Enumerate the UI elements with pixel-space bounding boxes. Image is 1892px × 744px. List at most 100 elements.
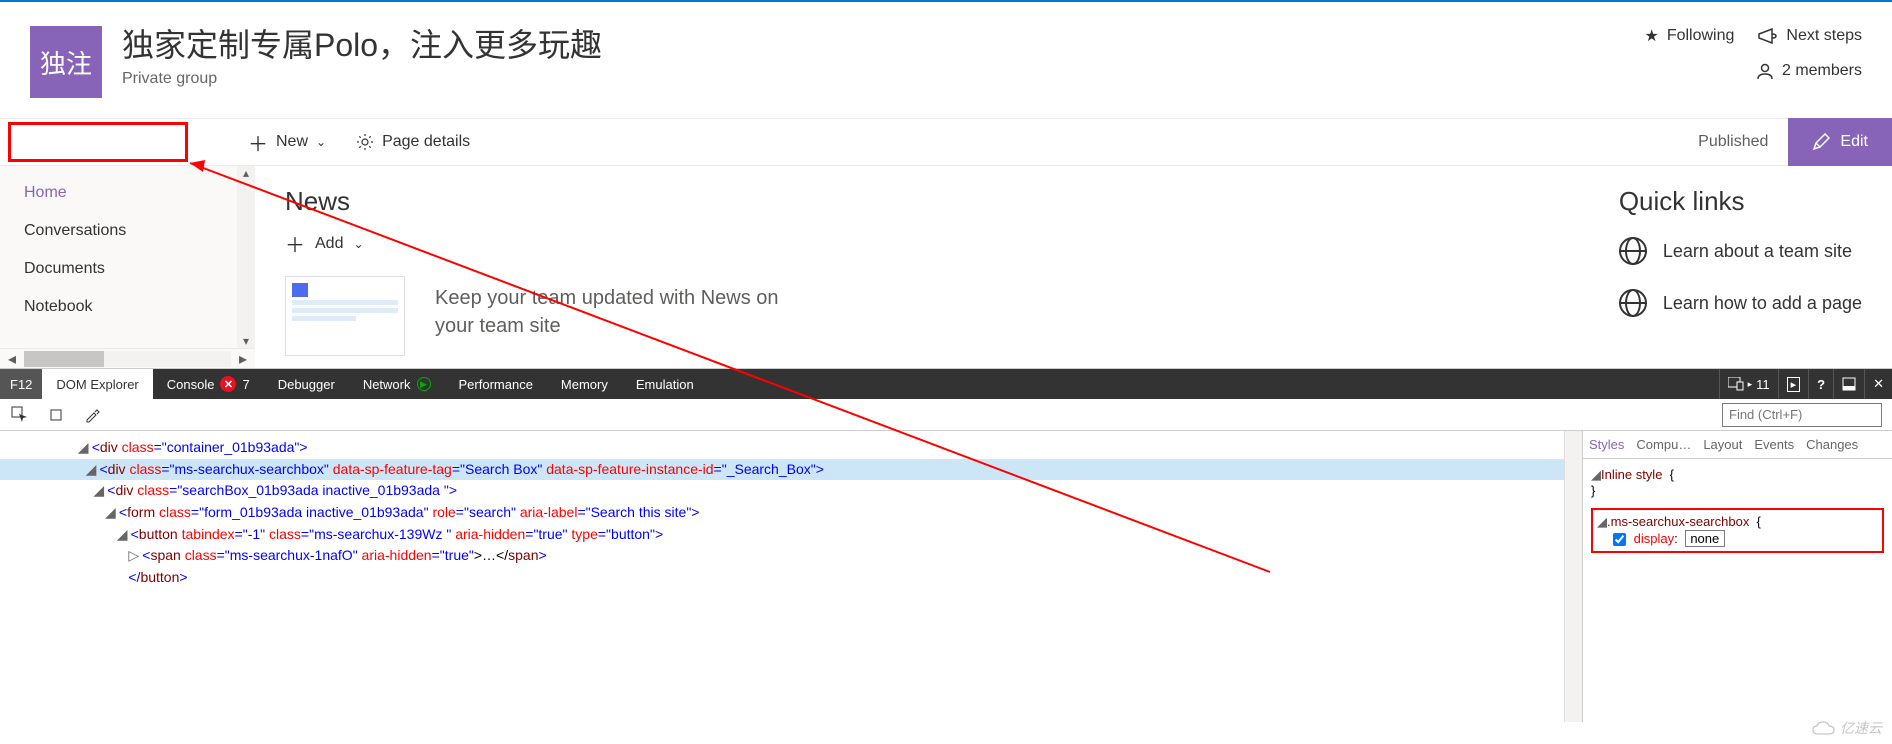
- content-area: Home Conversations Documents Notebook ▴ …: [0, 166, 1892, 368]
- collapse-icon[interactable]: ◢: [1591, 467, 1601, 483]
- site-header-right: ★ Following Next steps 2 members: [1644, 26, 1862, 80]
- news-body: Keep your team updated with News on your…: [285, 276, 1559, 356]
- quicklinks-heading: Quick links: [1619, 186, 1862, 217]
- scroll-thumb[interactable]: [24, 351, 104, 367]
- nav-item-conversations[interactable]: Conversations: [0, 212, 237, 250]
- sidebar-items: Home Conversations Documents Notebook: [0, 166, 237, 348]
- scroll-track[interactable]: [24, 351, 231, 367]
- chevron-down-icon: ⌄: [353, 237, 363, 251]
- emulation-tab[interactable]: Emulation: [622, 369, 708, 399]
- watermark-text: 亿速云: [1840, 720, 1882, 736]
- style-tabs: Styles Compu… Layout Events Changes: [1583, 431, 1892, 459]
- styles-tab[interactable]: Styles: [1583, 437, 1630, 452]
- highlight-icon[interactable]: [46, 405, 66, 425]
- f12-tab[interactable]: F12: [0, 369, 42, 399]
- devtools-body: ◢ <div class="container_01b93ada"> ◢ <di…: [0, 431, 1892, 722]
- page-details-button[interactable]: Page details: [356, 133, 470, 151]
- layout-tab[interactable]: Layout: [1697, 437, 1748, 452]
- scroll-right-icon[interactable]: ▸: [231, 349, 255, 369]
- gear-icon: [356, 133, 374, 151]
- site-logo-text: 独注: [40, 44, 92, 81]
- globe-icon: [1619, 237, 1647, 265]
- events-tab[interactable]: Events: [1748, 437, 1800, 452]
- network-tab[interactable]: Network ▶: [349, 369, 445, 399]
- scroll-up-icon[interactable]: ▴: [237, 166, 255, 180]
- close-icon[interactable]: ✕: [1864, 369, 1892, 399]
- following-button[interactable]: ★ Following: [1644, 26, 1734, 46]
- members-button[interactable]: 2 members: [1756, 62, 1862, 80]
- dock-icon[interactable]: [1833, 369, 1864, 399]
- nav-item-notebook[interactable]: Notebook: [0, 288, 237, 326]
- display-property[interactable]: display: none: [1597, 530, 1878, 547]
- find-placeholder: Find (Ctrl+F): [1729, 407, 1802, 422]
- plus-icon: ＋: [248, 128, 268, 157]
- site-title-wrap: 独家定制专属Polo，注入更多玩趣 Private group: [122, 26, 1644, 88]
- pencil-icon: [1812, 133, 1830, 151]
- quicklink-item-1[interactable]: Learn how to add a page: [1619, 289, 1862, 317]
- computed-tab[interactable]: Compu…: [1630, 437, 1697, 452]
- console-tab[interactable]: Console ✕ 7: [153, 369, 264, 399]
- quicklink-label: Learn how to add a page: [1663, 293, 1862, 314]
- performance-tab[interactable]: Performance: [445, 369, 547, 399]
- new-button[interactable]: ＋ New ⌄: [248, 128, 326, 157]
- header-actions: ★ Following Next steps: [1644, 26, 1862, 46]
- following-label: Following: [1667, 27, 1735, 45]
- next-steps-label: Next steps: [1786, 27, 1862, 45]
- devtools: F12 DOM Explorer Console ✕ 7 Debugger Ne…: [0, 368, 1892, 722]
- news-desc-line2: your team site: [435, 312, 779, 340]
- nav-item-documents[interactable]: Documents: [0, 250, 237, 288]
- edit-label: Edit: [1840, 133, 1868, 151]
- scroll-left-icon[interactable]: ◂: [0, 349, 24, 369]
- members-label: 2 members: [1782, 62, 1862, 80]
- news-desc-line1: Keep your team updated with News on: [435, 284, 779, 312]
- network-label: Network: [363, 377, 411, 392]
- scroll-down-icon[interactable]: ▾: [237, 334, 255, 348]
- find-input[interactable]: Find (Ctrl+F): [1722, 403, 1882, 427]
- help-icon[interactable]: ?: [1808, 369, 1833, 399]
- console-error-count: 7: [242, 377, 249, 392]
- dom-explorer-tab[interactable]: DOM Explorer: [42, 369, 152, 399]
- property-value-input[interactable]: none: [1685, 530, 1725, 547]
- site-title: 独家定制专属Polo，注入更多玩趣: [122, 26, 1644, 64]
- add-label: Add: [315, 235, 343, 253]
- site-header: 独注 独家定制专属Polo，注入更多玩趣 Private group ★ Fol…: [0, 2, 1892, 118]
- quicklink-item-0[interactable]: Learn about a team site: [1619, 237, 1862, 265]
- debugger-tab[interactable]: Debugger: [264, 369, 349, 399]
- add-news-button[interactable]: ＋ Add ⌄: [285, 229, 1559, 258]
- responsive-count: 11: [1756, 377, 1770, 392]
- collapse-icon[interactable]: ◢: [1597, 514, 1607, 530]
- chevron-down-icon: ⌄: [316, 135, 326, 149]
- star-icon: ★: [1644, 26, 1658, 46]
- dom-tree[interactable]: ◢ <div class="container_01b93ada"> ◢ <di…: [0, 431, 1564, 722]
- property-toggle[interactable]: [1613, 533, 1626, 546]
- responsive-icon[interactable]: ▸ 11: [1719, 369, 1778, 399]
- arrow-icon[interactable]: ▸: [1778, 369, 1809, 399]
- console-label: Console: [167, 377, 215, 392]
- inline-style-rule[interactable]: ◢Inline style {}: [1591, 467, 1884, 498]
- dom-v-scrollbar[interactable]: [1564, 431, 1582, 722]
- news-placeholder-image: [285, 276, 405, 356]
- devtools-toolbar: Find (Ctrl+F): [0, 399, 1892, 431]
- error-badge-icon: ✕: [220, 376, 236, 392]
- site-logo[interactable]: 独注: [30, 26, 102, 98]
- news-section: News ＋ Add ⌄ Keep your team updated with…: [285, 186, 1559, 348]
- sidebar-h-scrollbar[interactable]: ◂ ▸: [0, 348, 255, 368]
- edit-button[interactable]: Edit: [1788, 118, 1892, 166]
- color-picker-icon[interactable]: [82, 405, 102, 425]
- news-empty-text: Keep your team updated with News on your…: [435, 276, 779, 340]
- nav-item-home[interactable]: Home: [0, 174, 237, 212]
- new-label: New: [276, 133, 308, 151]
- memory-tab[interactable]: Memory: [547, 369, 622, 399]
- searchbox-rule[interactable]: ◢.ms-searchux-searchbox { display: none: [1591, 508, 1884, 553]
- published-status: Published: [1698, 133, 1768, 151]
- styles-pane: Styles Compu… Layout Events Changes ◢Inl…: [1582, 431, 1892, 722]
- plus-icon: ＋: [285, 229, 305, 258]
- devtools-tabs: F12 DOM Explorer Console ✕ 7 Debugger Ne…: [0, 369, 1892, 399]
- styles-body: ◢Inline style {} ◢.ms-searchux-searchbox…: [1583, 459, 1892, 571]
- site-subtitle: Private group: [122, 70, 1644, 88]
- changes-tab[interactable]: Changes: [1800, 437, 1864, 452]
- quicklink-label: Learn about a team site: [1663, 241, 1852, 262]
- select-element-icon[interactable]: [10, 405, 30, 425]
- next-steps-button[interactable]: Next steps: [1758, 27, 1862, 45]
- page-details-label: Page details: [382, 133, 470, 151]
